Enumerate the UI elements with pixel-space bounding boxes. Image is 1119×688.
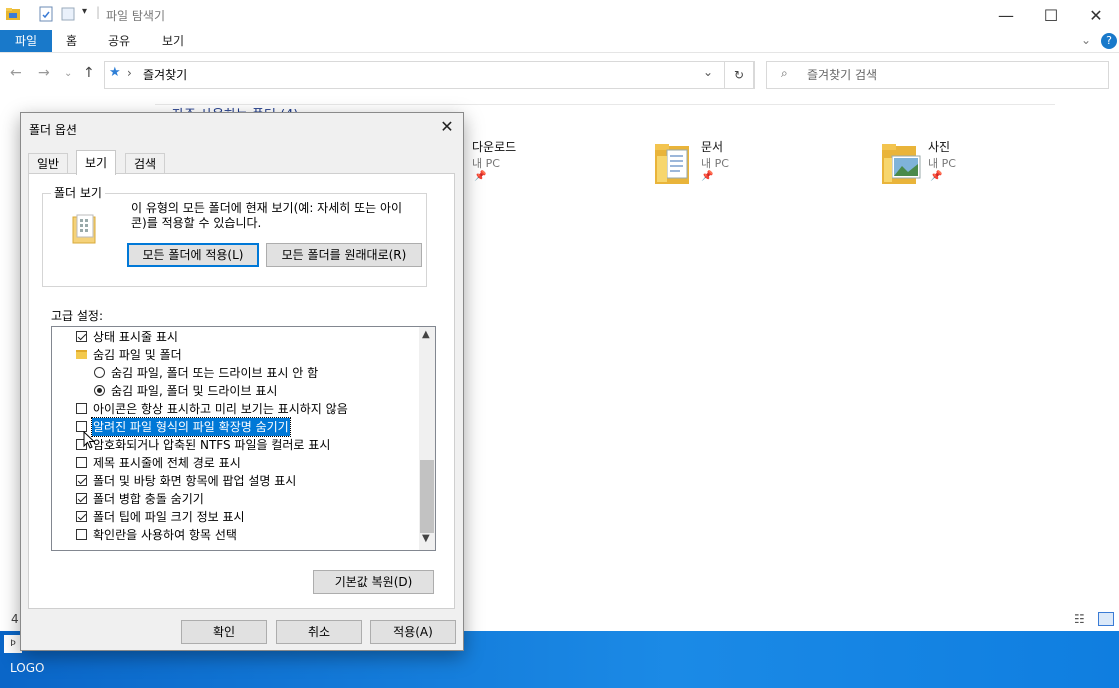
setting-label: 폴더 및 바탕 화면 항목에 팝업 설명 표시 xyxy=(93,474,297,488)
checkbox[interactable] xyxy=(76,403,87,414)
pin-icon: 📌 xyxy=(701,171,714,182)
dialog-close-icon[interactable]: ✕ xyxy=(437,117,457,136)
advanced-settings-list[interactable]: 상태 표시줄 표시 숨김 파일 및 폴더 숨김 파일, 폴더 또는 드라이브 표… xyxy=(51,326,436,551)
setting-label: 아이콘은 항상 표시하고 미리 보기는 표시하지 않음 xyxy=(93,402,348,416)
title-divider: | xyxy=(96,5,101,19)
cancel-button[interactable]: 취소 xyxy=(276,620,362,644)
forward-arrow-icon[interactable]: → xyxy=(38,65,50,81)
close-window-button[interactable]: ✕ xyxy=(1073,0,1119,30)
folder-location: 내 PC xyxy=(472,157,500,170)
folder-location: 내 PC xyxy=(928,157,956,170)
pin-icon: 📌 xyxy=(930,171,943,182)
dialog-title: 폴더 옵션 xyxy=(29,123,77,137)
radio-button[interactable] xyxy=(94,385,105,396)
folder-view-description-line: 콘)를 적용할 수 있습니다. xyxy=(131,216,262,230)
ribbon-tab-home[interactable]: 홈 xyxy=(54,30,89,52)
address-dropdown-icon[interactable]: ⌄ xyxy=(703,65,713,79)
scroll-up-icon[interactable]: ▲ xyxy=(422,329,430,340)
pictures-folder-icon xyxy=(882,144,921,184)
setting-label: 숨김 파일, 폴더 또는 드라이브 표시 안 함 xyxy=(111,366,319,380)
details-view-icon[interactable]: ☷ xyxy=(1074,612,1085,626)
tab-view[interactable]: 보기 xyxy=(76,150,117,175)
taskbar-logo: LOGO xyxy=(10,661,45,675)
minimize-button[interactable]: — xyxy=(983,0,1029,30)
refresh-icon[interactable]: ↻ xyxy=(724,61,754,89)
ribbon-expand-icon[interactable]: ⌄ xyxy=(1081,33,1091,47)
recent-locations-icon[interactable]: ⌄ xyxy=(64,68,72,79)
setting-label: 암호화되거나 압축된 NTFS 파일을 컬러로 표시 xyxy=(93,438,331,452)
window-title: 파일 탐색기 xyxy=(106,9,166,23)
ribbon-tab-share[interactable]: 공유 xyxy=(96,30,142,52)
folder-app-icon xyxy=(6,8,20,20)
breadcrumb-separator-icon: › xyxy=(127,66,132,80)
folder-view-description: 이 유형의 모든 폴더에 현재 보기(예: 자세히 또는 아이 콘)를 적용할 … xyxy=(131,201,421,231)
setting-label: 폴더 병합 충돌 숨기기 xyxy=(93,492,204,506)
up-arrow-icon[interactable]: ↑ xyxy=(83,65,95,81)
checkbox[interactable] xyxy=(76,511,87,522)
mouse-cursor-icon xyxy=(83,431,95,449)
checkbox[interactable] xyxy=(76,331,87,342)
folder-name: 문서 xyxy=(701,140,724,154)
setting-label: 확인란을 사용하여 항목 선택 xyxy=(93,528,237,542)
star-icon: ★ xyxy=(109,65,121,80)
explorer-titlebar: ▾ | 파일 탐색기 — ☐ ✕ xyxy=(0,0,1119,30)
folder-view-description-line: 이 유형의 모든 폴더에 현재 보기(예: 자세히 또는 아이 xyxy=(131,201,403,215)
search-icon: ⌕ xyxy=(781,66,788,80)
address-bar[interactable]: ★ › 즐겨찾기 ⌄ xyxy=(104,61,755,89)
apply-button[interactable]: 적용(A) xyxy=(370,620,456,644)
pin-icon: 📌 xyxy=(474,171,487,182)
setting-label: 숨김 파일, 폴더 및 드라이브 표시 xyxy=(111,384,278,398)
advanced-settings-label: 고급 설정: xyxy=(51,309,104,323)
tab-general[interactable]: 일반 xyxy=(28,153,69,174)
checkbox[interactable] xyxy=(76,475,87,486)
checkbox[interactable] xyxy=(76,457,87,468)
folder-view-icon xyxy=(72,214,96,244)
maximize-button[interactable]: ☐ xyxy=(1028,0,1074,30)
reset-folders-button[interactable]: 모든 폴더를 원래대로(R) xyxy=(266,243,422,267)
apply-to-folders-button[interactable]: 모든 폴더에 적용(L) xyxy=(127,243,259,267)
address-text: 즐겨찾기 xyxy=(143,68,188,82)
help-icon[interactable]: ? xyxy=(1101,33,1117,49)
setting-label: 폴더 팁에 파일 크기 정보 표시 xyxy=(93,510,245,524)
folder-documents[interactable]: 문서 내 PC 📌 xyxy=(655,138,855,188)
properties-icon[interactable] xyxy=(38,6,54,22)
ribbon-tab-view[interactable]: 보기 xyxy=(150,30,196,52)
tab-search[interactable]: 검색 xyxy=(125,153,166,174)
ok-button[interactable]: 확인 xyxy=(181,620,267,644)
scrollbar-thumb[interactable] xyxy=(420,460,434,533)
ribbon-tabs: 파일 홈 공유 보기 ⌄ ? xyxy=(0,30,1119,53)
folder-pictures[interactable]: 사진 내 PC 📌 xyxy=(882,138,1082,188)
radio-button[interactable] xyxy=(94,367,105,378)
setting-label: 숨김 파일 및 폴더 xyxy=(93,348,182,362)
restore-defaults-button[interactable]: 기본값 복원(D) xyxy=(313,570,434,594)
setting-label: 제목 표시줄에 전체 경로 표시 xyxy=(93,456,241,470)
quick-access-dropdown-icon[interactable]: ▾ xyxy=(82,6,87,17)
back-arrow-icon[interactable]: ← xyxy=(10,65,22,81)
ribbon-tab-file[interactable]: 파일 xyxy=(0,30,52,52)
folder-name: 다운로드 xyxy=(472,140,517,154)
folder-icon xyxy=(76,350,87,359)
folder-name: 사진 xyxy=(928,140,951,154)
large-icons-view-icon[interactable] xyxy=(1098,612,1114,626)
checkbox[interactable] xyxy=(76,529,87,540)
new-folder-icon[interactable] xyxy=(60,6,76,22)
setting-label: 상태 표시줄 표시 xyxy=(93,330,178,344)
status-item-count: 4 xyxy=(11,612,19,626)
folder-location: 내 PC xyxy=(701,157,729,170)
search-placeholder: 즐겨찾기 검색 xyxy=(807,68,878,82)
settings-scrollbar[interactable]: ▲ ▼ xyxy=(419,327,435,550)
search-input[interactable]: ⌕ 즐겨찾기 검색 xyxy=(766,61,1109,89)
scroll-down-icon[interactable]: ▼ xyxy=(422,533,430,544)
setting-label: 알려진 파일 형식의 파일 확장명 숨기기 xyxy=(91,417,291,437)
folder-options-dialog: 폴더 옵션 ✕ 일반 보기 검색 폴더 보기 이 유형의 모든 폴더에 현재 보… xyxy=(20,112,464,651)
checkbox[interactable] xyxy=(76,493,87,504)
folder-view-group-title: 폴더 보기 xyxy=(51,184,105,201)
documents-folder-icon xyxy=(655,144,689,184)
